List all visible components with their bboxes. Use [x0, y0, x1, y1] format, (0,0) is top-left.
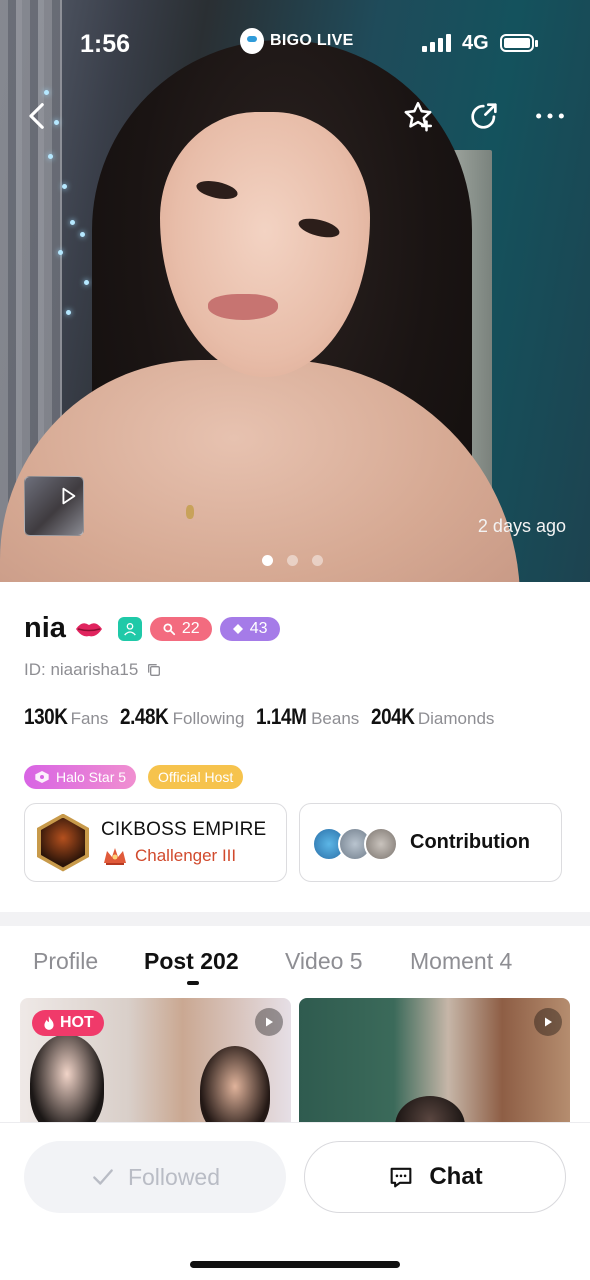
- user-level-badge[interactable]: 22: [149, 616, 212, 641]
- level-search-icon: [163, 622, 176, 635]
- name-row: nia 22 43: [24, 612, 280, 645]
- video-play-button[interactable]: [255, 1008, 283, 1036]
- battery-icon: [500, 34, 538, 52]
- challenger-crown-icon: [104, 847, 126, 865]
- official-host-tag[interactable]: Official Host: [148, 765, 244, 789]
- contribution-label: Contribution: [410, 831, 530, 853]
- active-tab-indicator: [187, 981, 199, 985]
- profile-cards: CIKBOSS EMPIRE Challenger III Contributi…: [24, 803, 562, 882]
- beans-label[interactable]: Beans: [311, 709, 359, 729]
- lips-icon: [75, 622, 102, 636]
- section-divider: [0, 912, 590, 926]
- family-rank: Challenger III: [135, 845, 237, 865]
- live-replay-thumbnail[interactable]: [24, 476, 84, 536]
- posted-time: 2 days ago: [477, 516, 566, 536]
- post-grid: HOT: [20, 998, 570, 1122]
- profile-cover-photo[interactable]: 1:56 BIGO LIVE 4G 2 days ago: [0, 0, 590, 582]
- chevron-left-icon: [29, 103, 44, 129]
- verified-badge[interactable]: [117, 616, 142, 641]
- more-button[interactable]: [530, 96, 570, 136]
- user-level: 22: [181, 619, 200, 637]
- fans-count[interactable]: 130K: [24, 704, 68, 730]
- video-play-button[interactable]: [534, 1008, 562, 1036]
- halo-star-icon: [35, 771, 49, 783]
- star-plus-icon: [404, 101, 433, 132]
- status-bar: 1:56 BIGO LIVE 4G: [0, 28, 590, 62]
- network-type: 4G: [462, 32, 489, 54]
- bigo-logo-icon: [240, 28, 264, 54]
- play-icon: [62, 487, 76, 505]
- home-indicator[interactable]: [190, 1261, 400, 1268]
- family-rank-row: Challenger III: [101, 845, 266, 867]
- profile-name: nia: [24, 612, 66, 644]
- bottom-action-bar: Followed Chat: [0, 1122, 590, 1280]
- profile-tabs: Profile Post 202 Video 5 Moment 4: [0, 948, 590, 988]
- back-button[interactable]: [18, 96, 58, 136]
- user-icon: [124, 622, 136, 635]
- play-icon: [266, 1017, 273, 1027]
- post-person: [200, 1046, 270, 1122]
- family-info: CIKBOSS EMPIRE Challenger III: [101, 819, 266, 867]
- halo-star-tag[interactable]: Halo Star 5: [24, 765, 137, 789]
- profile-stats: 130K Fans 2.48K Following 1.14M Beans 20…: [24, 704, 506, 730]
- carousel-dot[interactable]: [287, 555, 298, 566]
- post-card[interactable]: HOT: [20, 998, 291, 1122]
- more-horizontal-icon: [536, 113, 564, 119]
- family-name: CIKBOSS EMPIRE: [101, 818, 267, 840]
- fans-label[interactable]: Fans: [71, 709, 109, 729]
- post-card[interactable]: [299, 998, 570, 1122]
- diamond-level-badge[interactable]: 43: [219, 616, 280, 641]
- check-icon: [93, 1169, 113, 1185]
- carousel-dot[interactable]: [262, 555, 273, 566]
- hot-badge: HOT: [32, 1010, 104, 1036]
- app-name: BIGO LIVE: [270, 32, 354, 49]
- profile-tags: Halo Star 5 Official Host: [24, 765, 244, 789]
- carousel-dot[interactable]: [312, 555, 323, 566]
- hot-label: HOT: [60, 1014, 94, 1031]
- contribution-card[interactable]: Contribution: [299, 803, 562, 882]
- portrait-necklace: [186, 505, 194, 519]
- diamond-icon: [232, 623, 243, 634]
- tab-video[interactable]: Video 5: [285, 948, 363, 975]
- user-id-row: ID: niaarisha15: [24, 660, 162, 680]
- carousel-dots: [262, 555, 323, 566]
- user-id: ID: niaarisha15: [24, 660, 139, 679]
- official-host-label: Official Host: [158, 769, 234, 785]
- family-logo-icon: [37, 813, 89, 872]
- chat-bubble-icon: [390, 1167, 412, 1188]
- followed-button[interactable]: Followed: [24, 1141, 286, 1213]
- status-time: 1:56: [80, 30, 131, 58]
- beans-count[interactable]: 1.14M: [256, 704, 307, 730]
- portrait-lips: [208, 294, 278, 320]
- following-count[interactable]: 2.48K: [120, 704, 169, 730]
- diamonds-count[interactable]: 204K: [371, 704, 415, 730]
- tab-moment[interactable]: Moment 4: [410, 948, 512, 975]
- following-label[interactable]: Following: [173, 709, 245, 729]
- copy-icon[interactable]: [146, 662, 162, 678]
- family-card[interactable]: CIKBOSS EMPIRE Challenger III: [24, 803, 287, 882]
- tab-profile[interactable]: Profile: [33, 948, 98, 975]
- fire-icon: [44, 1016, 54, 1030]
- chat-label: Chat: [429, 1163, 483, 1190]
- diamonds-label[interactable]: Diamonds: [418, 709, 495, 729]
- favorite-button[interactable]: [398, 96, 438, 136]
- app-brand: BIGO LIVE: [240, 28, 354, 54]
- contributor-avatar-3: [364, 826, 398, 861]
- post-person: [30, 1034, 104, 1122]
- signal-icon: [422, 34, 451, 52]
- tab-post[interactable]: Post 202: [144, 948, 239, 975]
- followed-label: Followed: [127, 1163, 221, 1190]
- share-icon: [471, 103, 497, 129]
- post-person: [395, 1096, 465, 1122]
- play-icon: [545, 1017, 552, 1027]
- chat-button[interactable]: Chat: [304, 1141, 566, 1213]
- halo-star-label: Halo Star 5: [56, 769, 127, 785]
- diamond-level: 43: [249, 619, 268, 637]
- contributor-avatars: [312, 823, 398, 863]
- share-button[interactable]: [464, 96, 504, 136]
